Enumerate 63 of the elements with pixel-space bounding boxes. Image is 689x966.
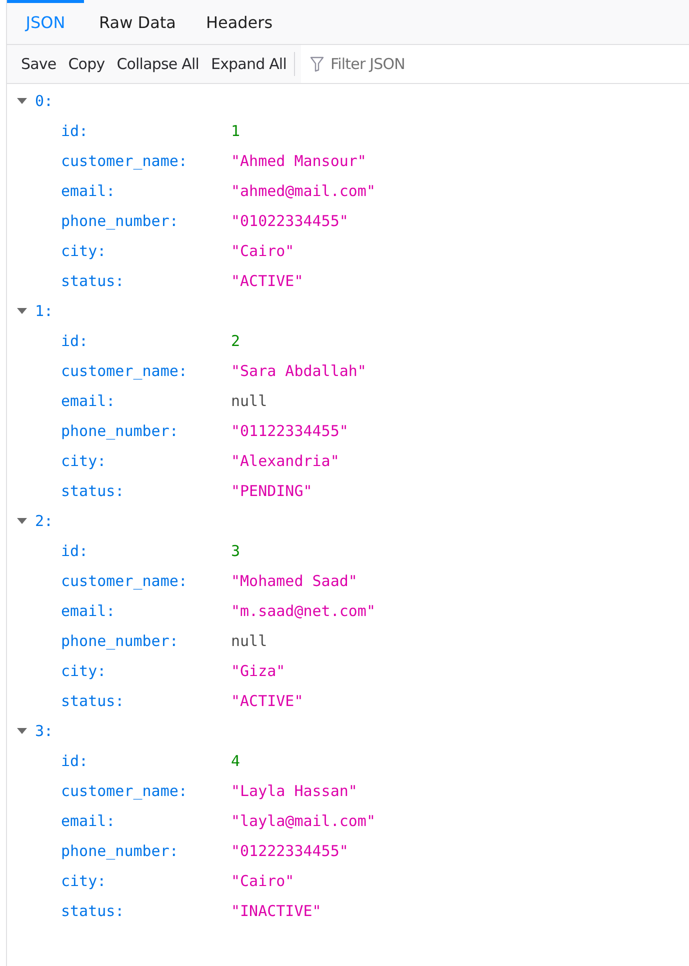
json-value: "layla@mail.com" bbox=[231, 812, 376, 830]
json-key: id: bbox=[61, 752, 231, 770]
json-value: "Sara Abdallah" bbox=[231, 362, 366, 380]
filter-field[interactable]: Filter JSON bbox=[301, 45, 689, 83]
json-key: phone_number: bbox=[61, 422, 231, 440]
json-key: customer_name: bbox=[61, 362, 231, 380]
json-key: status: bbox=[61, 272, 231, 290]
json-key: status: bbox=[61, 902, 231, 920]
json-key: 3: bbox=[35, 722, 54, 740]
collapse-arrow-icon[interactable] bbox=[17, 306, 27, 316]
json-value: "Cairo" bbox=[231, 242, 294, 260]
json-key: customer_name: bbox=[61, 152, 231, 170]
json-value: 3 bbox=[231, 542, 240, 560]
json-key: status: bbox=[61, 692, 231, 710]
json-key: customer_name: bbox=[61, 572, 231, 590]
json-value: "m.saad@net.com" bbox=[231, 602, 376, 620]
json-key: phone_number: bbox=[61, 212, 231, 230]
json-key: id: bbox=[61, 332, 231, 350]
tab[interactable]: Raw Data bbox=[84, 0, 191, 44]
json-key: city: bbox=[61, 662, 231, 680]
json-key: phone_number: bbox=[61, 842, 231, 860]
json-key: city: bbox=[61, 452, 231, 470]
json-key: phone_number: bbox=[61, 632, 231, 650]
json-value: "01022334455" bbox=[231, 212, 348, 230]
json-value: 1 bbox=[231, 122, 240, 140]
toolbar-button[interactable]: Collapse All bbox=[110, 50, 205, 78]
json-key: email: bbox=[61, 392, 231, 410]
json-key: city: bbox=[61, 242, 231, 260]
collapse-arrow-icon[interactable] bbox=[17, 726, 27, 736]
collapse-arrow-icon[interactable] bbox=[17, 96, 27, 106]
json-value: "Layla Hassan" bbox=[231, 782, 358, 800]
json-value: 2 bbox=[231, 332, 240, 350]
json-key: id: bbox=[61, 122, 231, 140]
json-value: "01222334455" bbox=[231, 842, 348, 860]
json-value: "PENDING" bbox=[231, 482, 312, 500]
json-key: customer_name: bbox=[61, 782, 231, 800]
json-key: 0: bbox=[35, 92, 54, 110]
json-value: 4 bbox=[231, 752, 240, 770]
json-key: 1: bbox=[35, 302, 54, 320]
tab[interactable]: Headers bbox=[190, 0, 288, 44]
json-value: "ahmed@mail.com" bbox=[231, 182, 376, 200]
json-key: id: bbox=[61, 542, 231, 560]
json-value: "01122334455" bbox=[231, 422, 348, 440]
json-key: email: bbox=[61, 812, 231, 830]
json-key: city: bbox=[61, 872, 231, 890]
toolbar-button[interactable]: Expand All bbox=[205, 50, 292, 78]
toolbar-button[interactable]: Copy bbox=[62, 50, 111, 78]
json-value: null bbox=[231, 632, 268, 650]
json-key: email: bbox=[61, 182, 231, 200]
json-value: null bbox=[231, 392, 268, 410]
toolbar-button[interactable]: Save bbox=[15, 50, 62, 78]
collapse-arrow-icon[interactable] bbox=[17, 516, 27, 526]
json-value: "INACTIVE" bbox=[231, 902, 322, 920]
json-key: email: bbox=[61, 602, 231, 620]
json-key: status: bbox=[61, 482, 231, 500]
json-value: "ACTIVE" bbox=[231, 692, 304, 710]
json-value: "ACTIVE" bbox=[231, 272, 304, 290]
json-value: "Mohamed Saad" bbox=[231, 572, 358, 590]
json-key: 2: bbox=[35, 512, 54, 530]
json-value: "Alexandria" bbox=[231, 452, 340, 470]
json-value: "Ahmed Mansour" bbox=[231, 152, 366, 170]
json-value: "Giza" bbox=[231, 662, 286, 680]
json-value: "Cairo" bbox=[231, 872, 294, 890]
